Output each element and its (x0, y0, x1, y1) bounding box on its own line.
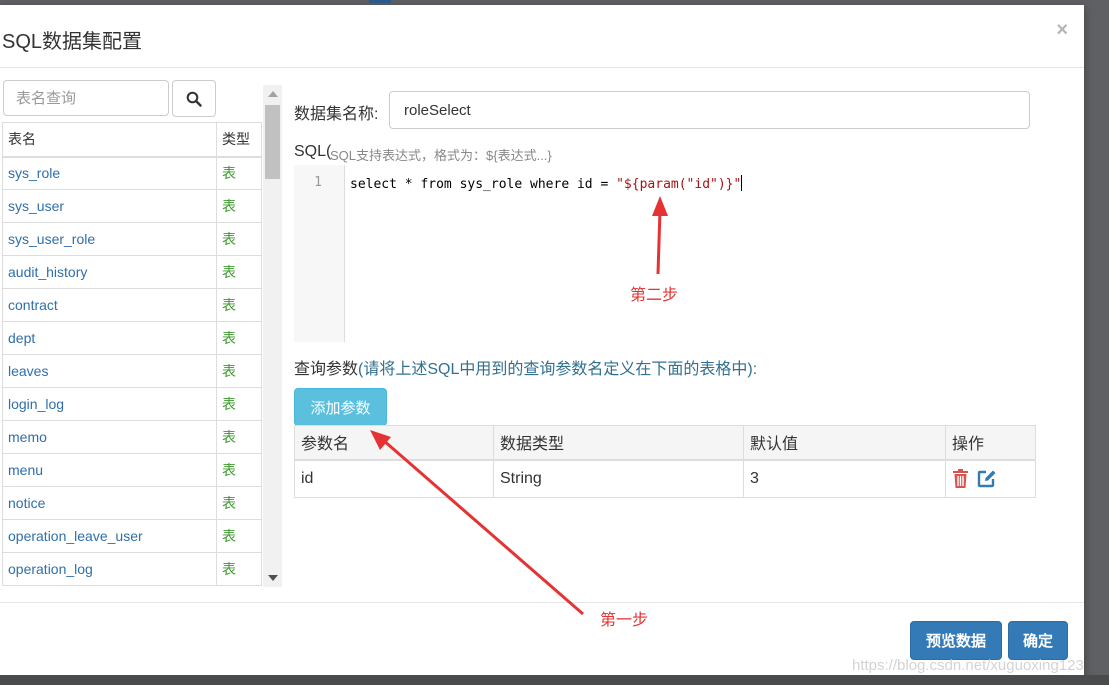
modal-footer-divider (0, 602, 1084, 603)
param-type-cell: String (493, 459, 744, 498)
column-header-type: 类型 (216, 122, 262, 158)
close-icon[interactable]: × (1056, 19, 1068, 42)
page-backdrop (0, 675, 1109, 685)
table-row[interactable]: notice 表 (2, 486, 262, 520)
table-type: 表 (216, 486, 262, 520)
scroll-down-icon[interactable] (268, 575, 278, 581)
table-row[interactable]: operation_leave_user 表 (2, 519, 262, 553)
table-name-link[interactable]: sys_user_role (2, 222, 217, 256)
column-header-ops: 操作 (945, 425, 1036, 461)
column-header-param-name: 参数名 (294, 425, 494, 461)
watermark: https://blog.csdn.net/xuguoxing123 (852, 657, 1084, 674)
column-header-name: 表名 (2, 122, 217, 158)
table-name-link[interactable]: operation_log (2, 552, 217, 586)
table-name-link[interactable]: leaves (2, 354, 217, 388)
modal-header: SQL数据集配置 × (0, 5, 1084, 68)
table-type: 表 (216, 222, 262, 256)
table-type: 表 (216, 354, 262, 388)
table-search-input[interactable] (3, 80, 169, 116)
params-label: 查询参数(请将上述SQL中用到的查询参数名定义在下面的表格中): (294, 355, 757, 379)
table-row[interactable]: sys_user 表 (2, 189, 262, 223)
table-name-link[interactable]: audit_history (2, 255, 217, 289)
trash-icon[interactable] (952, 469, 969, 489)
table-list-header: 表名 类型 (2, 122, 262, 158)
param-default-cell: 3 (743, 459, 946, 498)
sql-label: SQL( (294, 143, 332, 160)
modal-title: SQL数据集配置 (2, 31, 143, 53)
confirm-button[interactable]: 确定 (1008, 621, 1068, 660)
table-row[interactable]: operation_log 表 (2, 552, 262, 586)
add-param-button[interactable]: 添加参数 (294, 388, 387, 426)
column-header-data-type: 数据类型 (493, 425, 744, 461)
table-name-link[interactable]: notice (2, 486, 217, 520)
sql-hint: SQL支持表达式，格式为：${表达式...} (330, 148, 552, 163)
table-name-link[interactable]: memo (2, 420, 217, 454)
scroll-up-icon[interactable] (268, 91, 278, 97)
text-cursor (741, 175, 743, 191)
table-type: 表 (216, 156, 262, 190)
table-list-body: sys_role 表 sys_user 表 sys_user_role 表 audit… (2, 156, 262, 586)
sql-code-keywords: select * from sys_role where id = (350, 177, 617, 192)
params-table: 参数名 数据类型 默认值 操作 id String 3 (294, 425, 1036, 498)
search-button[interactable] (172, 80, 216, 117)
table-row[interactable]: memo 表 (2, 420, 262, 454)
table-name-link[interactable]: contract (2, 288, 217, 322)
params-label-text: 查询参数 (294, 361, 359, 378)
table-type: 表 (216, 189, 262, 223)
annotation-step2: 第二步 (630, 287, 679, 304)
dataset-name-label: 数据集名称: (294, 106, 379, 123)
backdrop-accent (369, 0, 391, 3)
annotation-step1: 第一步 (600, 612, 649, 629)
table-row[interactable]: contract 表 (2, 288, 262, 322)
sql-code-string: "${param("id")}" (616, 177, 742, 192)
search-icon (186, 91, 202, 107)
sql-code-line[interactable]: select * from sys_role where id = "${par… (350, 175, 743, 192)
table-type: 表 (216, 552, 262, 586)
table-name-link[interactable]: operation_leave_user (2, 519, 217, 553)
table-type: 表 (216, 321, 262, 355)
table-row[interactable]: login_log 表 (2, 387, 262, 421)
preview-data-button[interactable]: 预览数据 (910, 621, 1002, 660)
param-name-cell: id (294, 459, 494, 498)
table-type: 表 (216, 420, 262, 454)
editor-gutter: 1 (294, 165, 345, 342)
table-type: 表 (216, 255, 262, 289)
table-row[interactable]: dept 表 (2, 321, 262, 355)
line-number: 1 (314, 175, 322, 190)
table-type: 表 (216, 288, 262, 322)
table-row[interactable]: leaves 表 (2, 354, 262, 388)
table-type: 表 (216, 453, 262, 487)
scroll-thumb[interactable] (265, 105, 280, 179)
table-list-panel: 表名 类型 sys_role 表 sys_user 表 sys_user_role 表… (2, 122, 264, 586)
sql-editor[interactable]: 1 select * from sys_role where id = "${p… (294, 165, 1036, 342)
edit-icon[interactable] (977, 469, 997, 488)
params-table-row[interactable]: id String 3 (294, 459, 1036, 498)
table-name-link[interactable]: login_log (2, 387, 217, 421)
table-row[interactable]: sys_user_role 表 (2, 222, 262, 256)
table-type: 表 (216, 519, 262, 553)
table-row[interactable]: menu 表 (2, 453, 262, 487)
table-row[interactable]: sys_role 表 (2, 156, 262, 190)
column-header-default: 默认值 (743, 425, 946, 461)
table-row[interactable]: audit_history 表 (2, 255, 262, 289)
table-name-link[interactable]: sys_role (2, 156, 217, 190)
dataset-name-input[interactable] (389, 91, 1030, 129)
table-type: 表 (216, 387, 262, 421)
table-name-link[interactable]: menu (2, 453, 217, 487)
param-ops-cell (945, 459, 1036, 498)
table-list-scrollbar[interactable] (263, 85, 282, 587)
table-name-link[interactable]: sys_user (2, 189, 217, 223)
params-hint: (请将上述SQL中用到的查询参数名定义在下面的表格中): (358, 361, 758, 378)
params-table-header: 参数名 数据类型 默认值 操作 (294, 425, 1036, 461)
table-name-link[interactable]: dept (2, 321, 217, 355)
table-list: 表名 类型 sys_role 表 sys_user 表 sys_user_role 表… (2, 122, 262, 586)
